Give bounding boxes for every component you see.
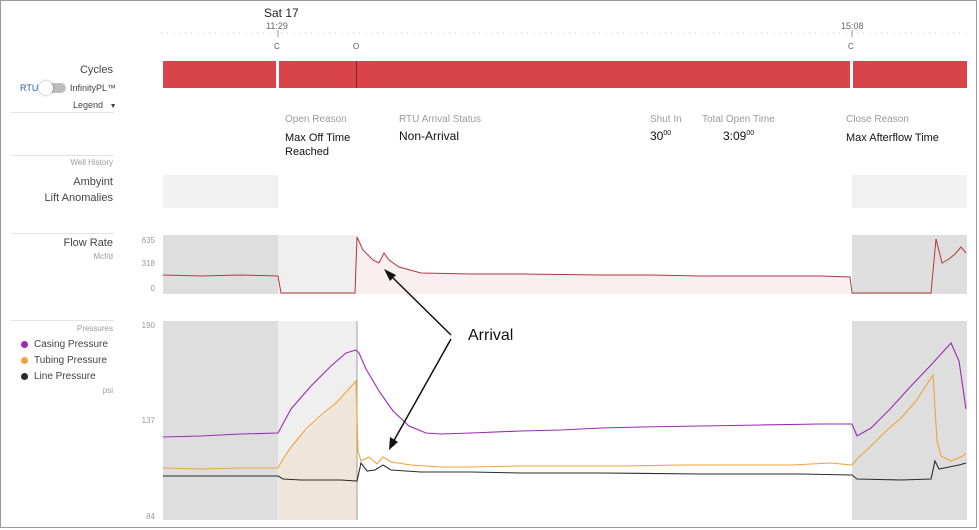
annotation-arrow-lower [391,338,452,445]
flow-shade-after [852,235,967,294]
well-cycle-view: Sat 17 11:29 15:08 C O C Cycles RTU Infi… [0,0,977,528]
pressure-shade-after [852,321,967,520]
annotation-arrowhead-lower [389,437,398,450]
arrival-annotation-label: Arrival [468,327,514,344]
flow-shade-before [163,235,278,294]
pressure-shade-before [163,321,278,520]
flow-area [357,237,850,294]
flow-shade-afterflow [278,235,357,294]
charts-svg [162,235,967,520]
